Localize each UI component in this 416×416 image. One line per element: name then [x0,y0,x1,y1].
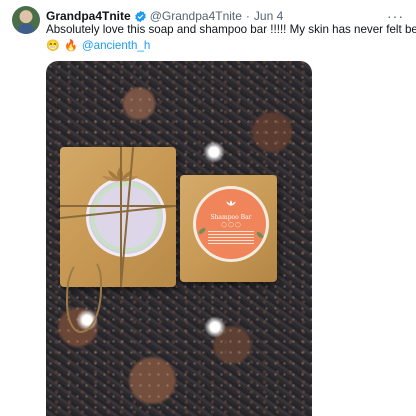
grin-emoji-icon: 😁 [46,40,60,52]
separator-dot: · [245,9,250,23]
tweet-text-line-2: 😁 🔥 @ancienth_h [46,38,408,54]
light-glare [204,316,226,338]
mention-link[interactable]: @ancienth_h [82,39,151,52]
handle[interactable]: @Grandpa4Tnite [150,9,242,23]
light-glare [203,141,225,163]
leaf-decoration [197,226,207,236]
fire-emoji-icon: 🔥 [63,40,78,52]
label-fine-print [208,231,254,245]
label-icons: ◯ ◯ ◯ [221,222,241,228]
post-date[interactable]: Jun 4 [254,9,283,23]
display-name[interactable]: Grandpa4Tnite [46,9,131,23]
verified-badge-icon [134,10,146,22]
tweet-text: Absolutely love this soap and shampoo ba… [46,22,416,54]
avatar[interactable] [12,6,40,34]
label-title: Shampoo Bar [210,214,252,221]
shampoo-label: Shampoo Bar ◯ ◯ ◯ [196,189,266,259]
tweet-photo[interactable]: Shampoo Bar ◯ ◯ ◯ [46,61,312,416]
lotus-logo-icon [226,200,236,206]
shampoo-bar-wrapped: Shampoo Bar ◯ ◯ ◯ [180,175,277,282]
soap-bar-wrapped [60,147,176,333]
tweet-text-line: Absolutely love this soap and shampoo ba… [46,23,416,36]
leaf-decoration [255,230,265,240]
